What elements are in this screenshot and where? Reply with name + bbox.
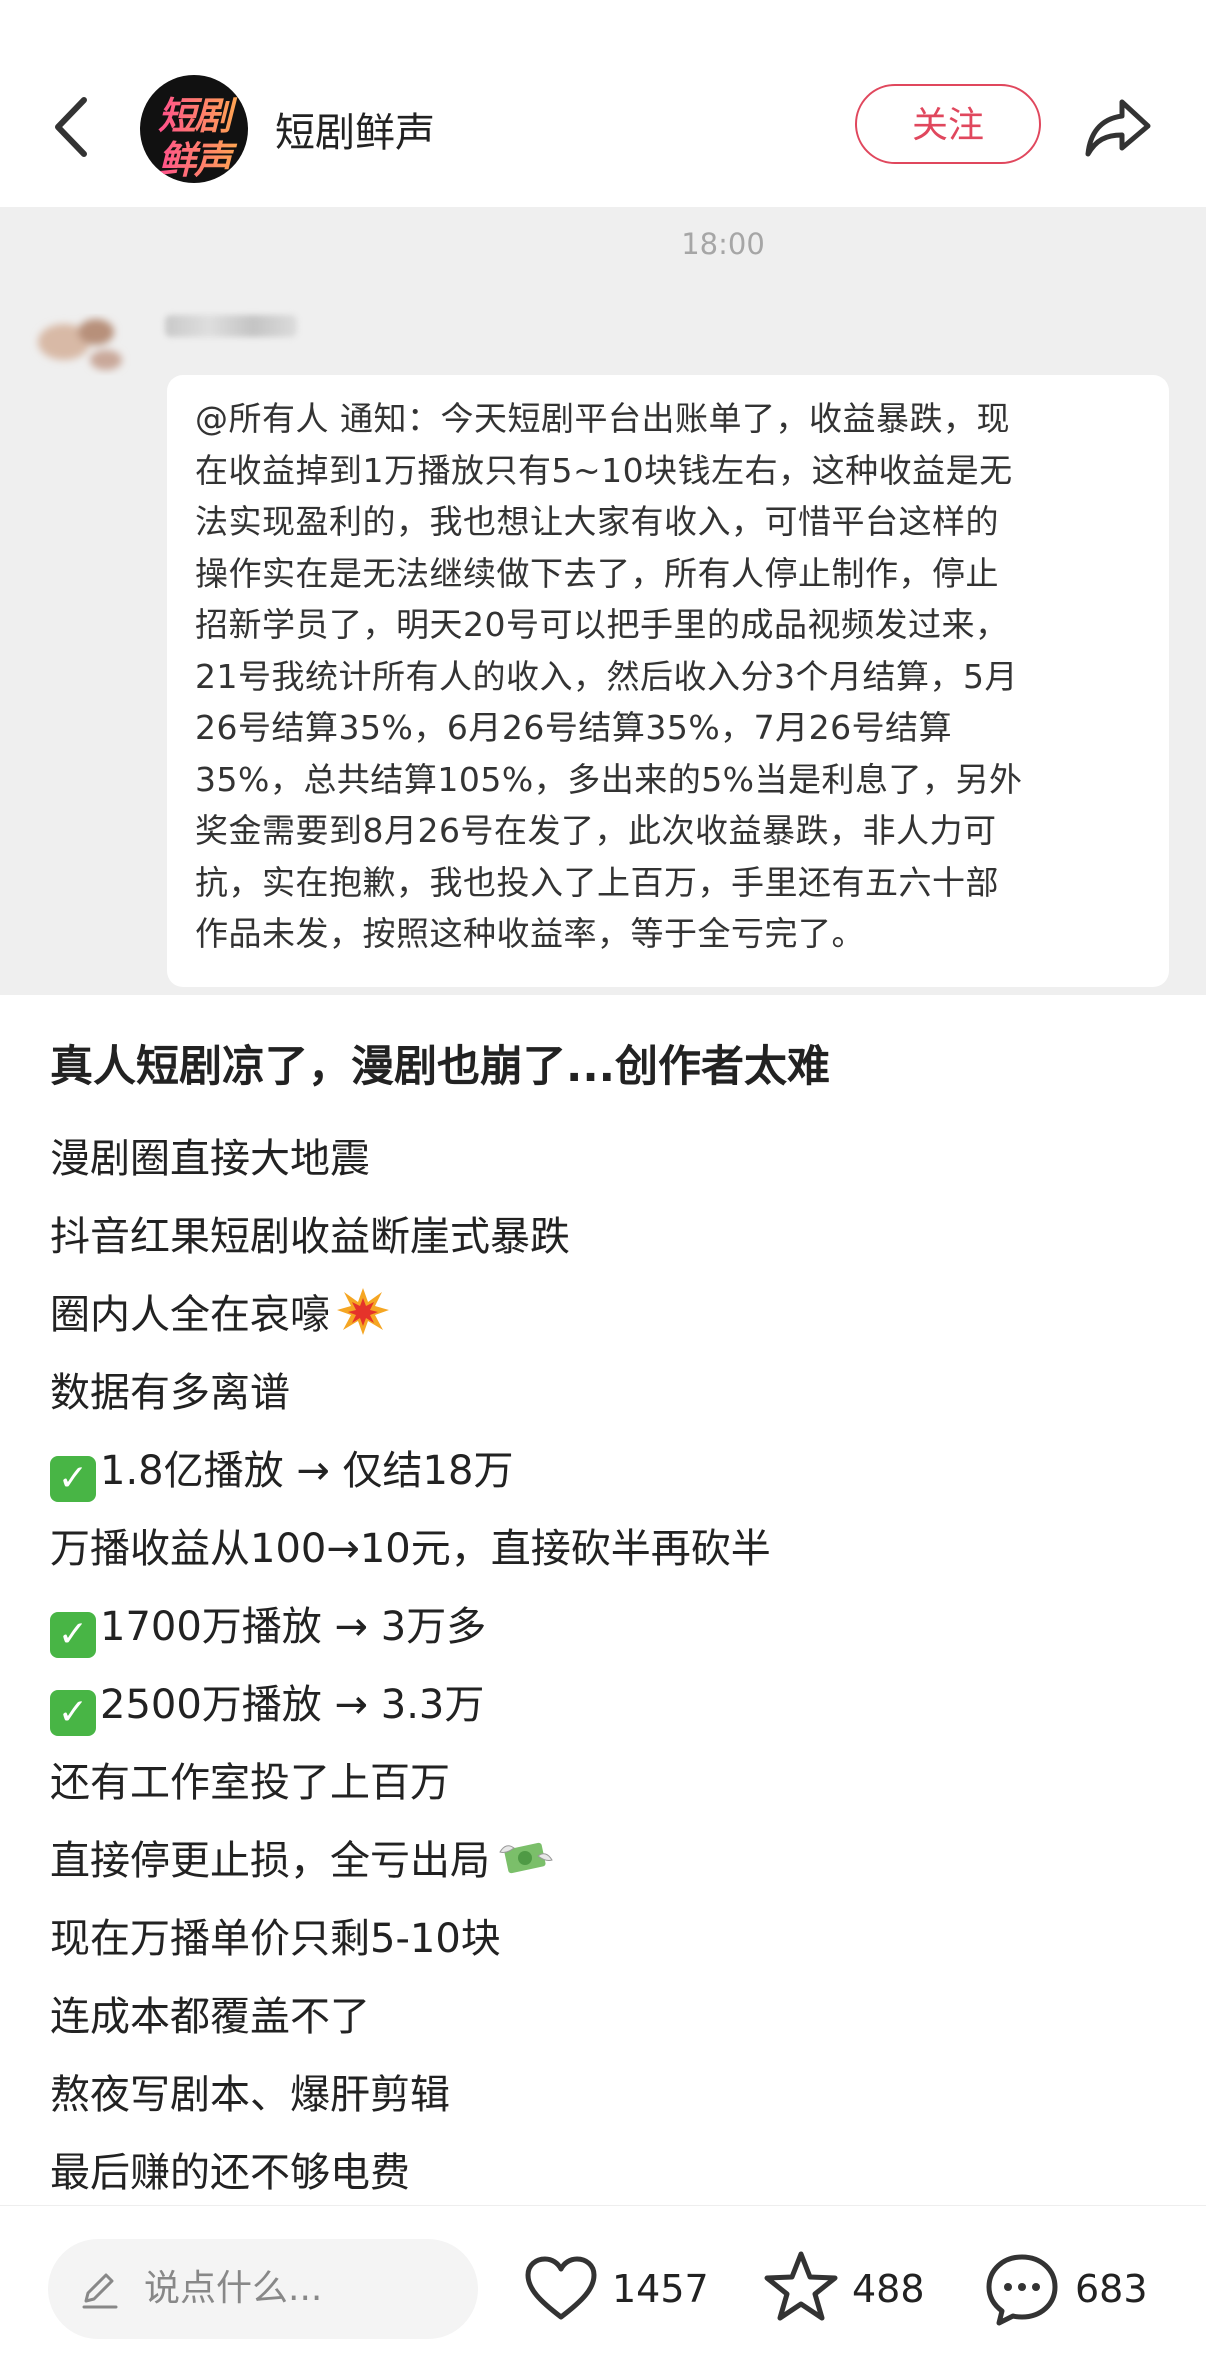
- list-item: 数据有多离谱: [50, 1354, 1170, 1432]
- check-mark-icon: ✓: [50, 1456, 96, 1502]
- message-bubble: @所有人 通知：今天短剧平台出账单了，收益暴跌，现 在收益掉到1万播放只有5~1…: [167, 375, 1169, 987]
- follow-button[interactable]: 关注: [855, 84, 1041, 164]
- check-mark-icon: ✓: [50, 1690, 96, 1736]
- body-line-text: 抖音红果短剧收益断崖式暴跌: [50, 1214, 570, 1260]
- body-line-text: 熬夜写剧本、爆肝剪辑: [50, 2072, 450, 2118]
- comment-bubble-icon[interactable]: [983, 2251, 1061, 2329]
- list-item: 圈内人全在哀嚎: [50, 1276, 1170, 1354]
- account-avatar[interactable]: 短剧 鲜声: [140, 75, 248, 183]
- explosion-icon: [337, 1288, 389, 1335]
- comment-input[interactable]: 说点什么...: [48, 2239, 478, 2339]
- check-mark-icon: ✓: [50, 1612, 96, 1658]
- list-item: 最后赚的还不够电费: [50, 2134, 1170, 2212]
- list-item: ✓ 1.8亿播放 → 仅结18万: [50, 1432, 1170, 1510]
- body-line-text: 万播收益从100→10元，直接砍半再砍半: [50, 1526, 771, 1572]
- bottom-action-bar: 说点什么... 1457 488 683: [0, 2205, 1206, 2378]
- body-line-text: 还有工作室投了上百万: [50, 1760, 450, 1806]
- body-line-text: 1.8亿播放 → 仅结18万: [100, 1448, 514, 1494]
- post-title: 真人短剧凉了，漫剧也崩了...创作者太难: [50, 1042, 831, 1092]
- message-text: @所有人 通知：今天短剧平台出账单了，收益暴跌，现 在收益掉到1万播放只有5~1…: [195, 399, 1023, 953]
- sender-avatar-blurred: [38, 319, 122, 370]
- list-item: 连成本都覆盖不了: [50, 1978, 1170, 2056]
- list-item: 漫剧圈直接大地震: [50, 1120, 1170, 1198]
- top-bar: 短剧 鲜声 短剧鲜声 关注: [0, 0, 1206, 205]
- pencil-icon: [82, 2273, 118, 2309]
- share-arrow-icon[interactable]: [1082, 92, 1154, 164]
- body-line-text: 漫剧圈直接大地震: [50, 1136, 370, 1182]
- comment-count: 683: [1075, 2267, 1148, 2311]
- body-line-text: 圈内人全在哀嚎: [50, 1292, 330, 1338]
- chevron-left-icon[interactable]: [48, 92, 98, 162]
- body-line-text: 连成本都覆盖不了: [50, 1994, 370, 2040]
- list-item: 还有工作室投了上百万: [50, 1744, 1170, 1822]
- body-line-text: 2500万播放 → 3.3万: [100, 1682, 485, 1728]
- favorite-count: 488: [852, 2267, 925, 2311]
- list-item: ✓ 2500万播放 → 3.3万: [50, 1666, 1170, 1744]
- comment-placeholder: 说点什么...: [144, 2268, 323, 2309]
- account-name[interactable]: 短剧鲜声: [275, 100, 435, 158]
- body-line-text: 现在万播单价只剩5-10块: [50, 1916, 501, 1962]
- star-icon[interactable]: [762, 2248, 840, 2326]
- list-item: 抖音红果短剧收益断崖式暴跌: [50, 1198, 1170, 1276]
- like-count: 1457: [612, 2267, 709, 2311]
- list-item: 万播收益从100→10元，直接砍半再砍半: [50, 1510, 1170, 1588]
- money-wings-icon: [499, 1842, 553, 1874]
- body-line-text: 直接停更止损，全亏出局: [50, 1838, 490, 1884]
- heart-icon[interactable]: [522, 2251, 600, 2329]
- avatar-logo-text-bottom: 鲜声: [140, 129, 248, 183]
- body-line-text: 数据有多离谱: [50, 1370, 290, 1416]
- sender-name-blurred: [165, 315, 297, 337]
- list-item: 熬夜写剧本、爆肝剪辑: [50, 2056, 1170, 2134]
- body-line-text: 最后赚的还不够电费: [50, 2150, 410, 2196]
- list-item: 现在万播单价只剩5-10块: [50, 1900, 1170, 1978]
- body-line-text: 1700万播放 → 3万多: [100, 1604, 487, 1650]
- list-item: ✓ 1700万播放 → 3万多: [50, 1588, 1170, 1666]
- chat-time: 18:00: [681, 227, 765, 261]
- chat-screenshot[interactable]: 18:00 @所有人 通知：今天短剧平台出账单了，收益暴跌，现 在收益掉到1万播…: [0, 207, 1206, 995]
- list-item: 直接停更止损，全亏出局: [50, 1822, 1170, 1900]
- post-body: 漫剧圈直接大地震 抖音红果短剧收益断崖式暴跌 圈内人全在哀嚎 数据有多离谱 ✓ 1…: [50, 1120, 1170, 2212]
